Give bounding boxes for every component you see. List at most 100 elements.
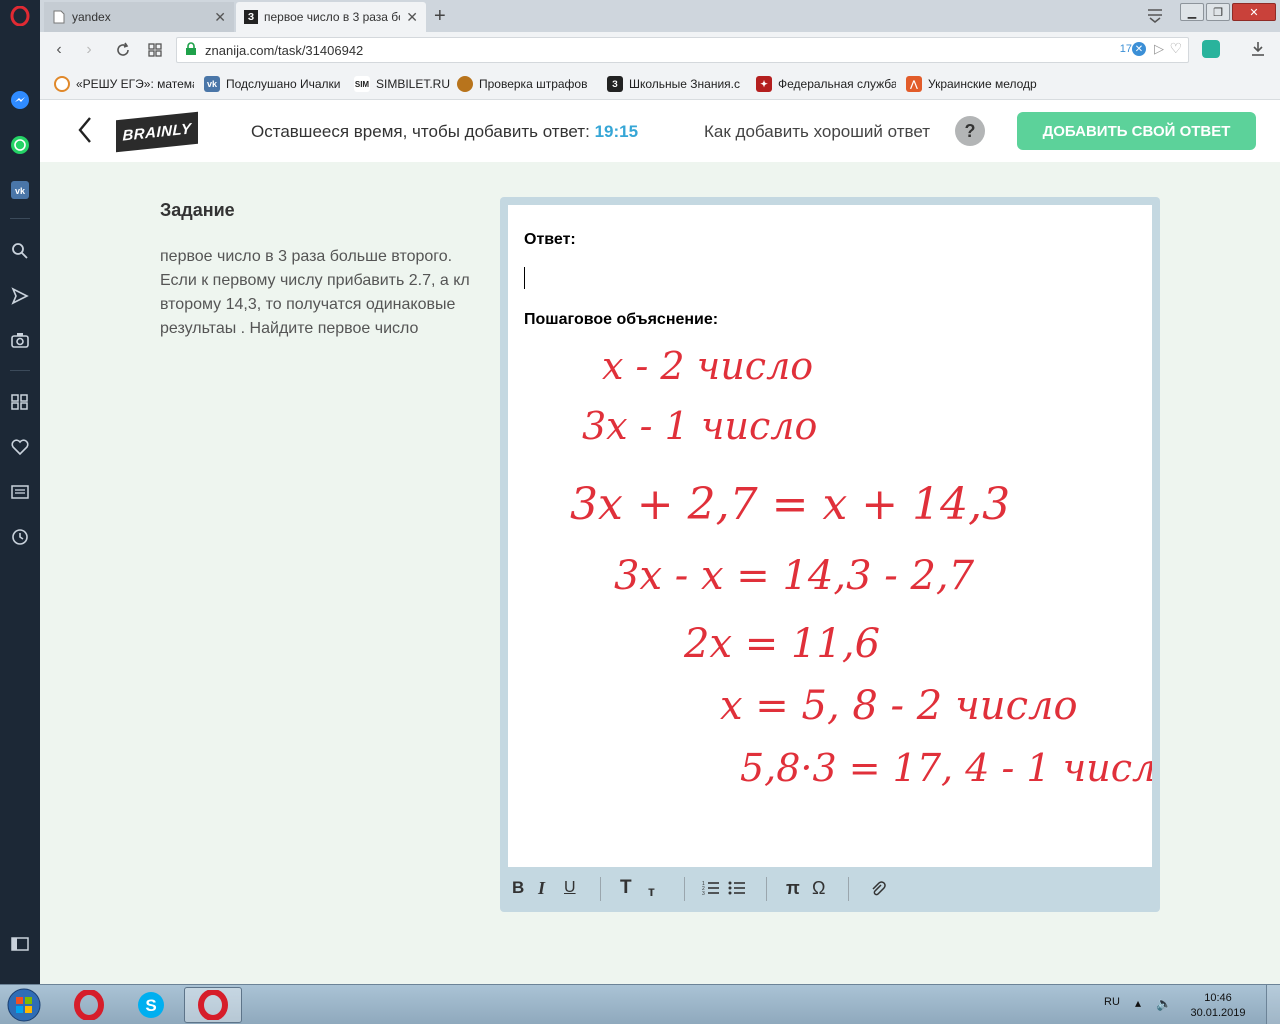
brainly-header: BRAINLY Оставшееся время, чтобы добавить… <box>40 100 1280 162</box>
italic-button[interactable]: I <box>538 877 545 899</box>
handwritten-line: 5,8·3 = 17, 4 - 1 число <box>740 746 1152 790</box>
tab-title: первое число в 3 раза бо <box>264 10 401 24</box>
speed-dial-icon[interactable] <box>10 392 30 412</box>
address-bar[interactable]: znanija.com/task/31406942 17 ✕ ▷ ♡ <box>176 37 1189 63</box>
police-emblem-icon <box>457 76 473 92</box>
close-window-button[interactable]: ✕ <box>1232 3 1276 21</box>
news-icon[interactable] <box>10 482 30 502</box>
close-tab-icon[interactable]: ✕ <box>214 9 226 26</box>
heading-small-button[interactable]: т <box>648 880 655 902</box>
reshu-ege-icon <box>54 76 70 92</box>
history-icon[interactable] <box>10 527 30 547</box>
back-arrow-icon[interactable] <box>78 116 92 149</box>
help-button[interactable]: ? <box>955 116 985 146</box>
handwritten-line: x = 5, 8 - 2 число <box>720 683 1078 729</box>
bookmark-label: Проверка штрафов <box>479 77 588 91</box>
sim-icon: SIM <box>354 76 370 92</box>
messenger-icon[interactable] <box>10 90 30 110</box>
bold-button[interactable]: B <box>512 877 524 899</box>
whatsapp-icon[interactable] <box>10 135 30 155</box>
svg-text:S: S <box>145 996 156 1015</box>
znanija-icon: З <box>244 10 258 24</box>
bookmark-federal[interactable]: ✦ Федеральная служба <box>756 75 896 93</box>
omega-symbol-button[interactable]: Ω <box>812 877 825 899</box>
editor-toolbar: B I U T т 123 π Ω <box>508 871 1152 905</box>
tab-menu-icon[interactable] <box>1146 6 1164 29</box>
volume-icon[interactable]: 🔈 <box>1156 996 1172 1012</box>
opera-menu-icon[interactable] <box>10 6 30 26</box>
taskbar-skype-icon[interactable]: S <box>122 987 180 1023</box>
url-text[interactable]: znanija.com/task/31406942 <box>205 43 363 58</box>
tab-strip: yandex ✕ З первое число в 3 раза бо ✕ + … <box>40 0 1280 32</box>
handwritten-solution-image: x - 2 число 3x - 1 число 3x + 2,7 = x + … <box>570 344 1152 790</box>
handwritten-line: 3x + 2,7 = x + 14,3 <box>570 479 1010 530</box>
bookmark-simbilet[interactable]: SIM SIMBILET.RU <box>354 75 454 93</box>
opera-sidebar: vk <box>0 0 40 984</box>
clock-time: 10:46 <box>1204 992 1232 1004</box>
send-icon[interactable] <box>10 286 30 306</box>
lock-icon <box>185 41 197 59</box>
editor-content[interactable]: Ответ: Пошаговое объяснение: x - 2 число… <box>508 205 1152 867</box>
bullet-list-icon[interactable] <box>728 877 746 899</box>
minimize-button[interactable]: ▁ <box>1180 3 1204 21</box>
adblock-icon[interactable]: ✕ <box>1132 42 1146 56</box>
znanija-icon: З <box>607 76 623 92</box>
bookmark-label: Украинские мелодр <box>928 77 1037 91</box>
adblock-count: 17 <box>1119 43 1132 55</box>
back-icon[interactable]: ‹ <box>48 40 70 60</box>
vk-icon: vk <box>204 76 220 92</box>
ukrainian-icon: ⋀ <box>906 76 922 92</box>
camera-icon[interactable] <box>10 330 30 350</box>
numbered-list-icon[interactable]: 123 <box>702 877 720 899</box>
toolbar-divider <box>600 877 601 901</box>
close-tab-icon[interactable]: ✕ <box>406 9 418 26</box>
clock[interactable]: 10:46 30.01.2019 <box>1188 991 1248 1021</box>
tab-active-task[interactable]: З первое число в 3 раза бо ✕ <box>236 2 426 32</box>
maximize-button[interactable]: ❐ <box>1206 3 1230 21</box>
handwritten-line: 3x - 1 число <box>582 404 817 448</box>
tab-yandex[interactable]: yandex ✕ <box>44 2 234 32</box>
search-icon[interactable] <box>10 241 30 261</box>
bookmark-heart-icon[interactable]: ♡ <box>1169 40 1182 57</box>
bookmark-reshu-ege[interactable]: «РЕШУ ЕГЭ»: матема <box>54 75 194 93</box>
howto-link[interactable]: Как добавить хороший ответ <box>704 122 930 142</box>
windows-taskbar: S RU ▴ 🔈 10:46 30.01.2019 <box>0 984 1280 1024</box>
new-tab-button[interactable]: + <box>434 5 446 28</box>
bookmark-znanija[interactable]: З Школьные Знания.с <box>607 75 747 93</box>
sidebar-divider <box>10 370 30 371</box>
tabs-grid-icon[interactable] <box>144 40 166 60</box>
federal-icon: ✦ <box>756 76 772 92</box>
underline-button[interactable]: U <box>564 877 576 899</box>
taskbar-opera-active-icon[interactable] <box>184 987 242 1023</box>
start-button[interactable] <box>4 987 44 1023</box>
reload-icon[interactable] <box>112 40 134 60</box>
add-answer-button[interactable]: ДОБАВИТЬ СВОЙ ОТВЕТ <box>1017 112 1256 150</box>
time-remaining: Оставшееся время, чтобы добавить ответ: … <box>251 122 638 142</box>
taskbar-opera-icon[interactable] <box>60 987 118 1023</box>
forward-icon[interactable]: › <box>78 40 100 60</box>
bookmark-shtrafy[interactable]: Проверка штрафов <box>457 75 597 93</box>
bookmark-label: SIMBILET.RU <box>376 77 451 91</box>
vk-icon[interactable]: vk <box>10 180 30 200</box>
language-indicator[interactable]: RU <box>1104 996 1120 1008</box>
tray-expand-icon[interactable]: ▴ <box>1135 996 1141 1010</box>
bookmark-label: «РЕШУ ЕГЭ»: матема <box>76 77 194 91</box>
attachment-icon[interactable] <box>870 877 886 899</box>
clock-date: 30.01.2019 <box>1190 1007 1246 1019</box>
share-icon[interactable]: ▷ <box>1154 41 1164 57</box>
pi-symbol-button[interactable]: π <box>786 877 800 899</box>
show-desktop-button[interactable] <box>1266 985 1280 1024</box>
vpn-icon[interactable] <box>1202 40 1220 58</box>
task-title: Задание <box>160 200 235 220</box>
download-icon[interactable] <box>1250 41 1266 62</box>
bookmark-ukrainian[interactable]: ⋀ Украинские мелодр <box>906 75 1046 93</box>
heading-large-button[interactable]: T <box>620 877 632 899</box>
bookmarks-bar: «РЕШУ ЕГЭ»: матема vk Подслушано Ичалки … <box>40 68 1280 100</box>
heart-icon[interactable] <box>10 437 30 457</box>
explanation-label: Пошаговое объяснение: <box>524 311 719 328</box>
task-text: первое число в 3 раза больше второго. Ес… <box>160 248 470 337</box>
brainly-logo[interactable]: BRAINLY <box>116 111 198 153</box>
sidebar-toggle-icon[interactable] <box>10 934 30 954</box>
svg-text:vk: vk <box>15 186 26 196</box>
bookmark-podslushano[interactable]: vk Подслушано Ичалки <box>204 75 344 93</box>
